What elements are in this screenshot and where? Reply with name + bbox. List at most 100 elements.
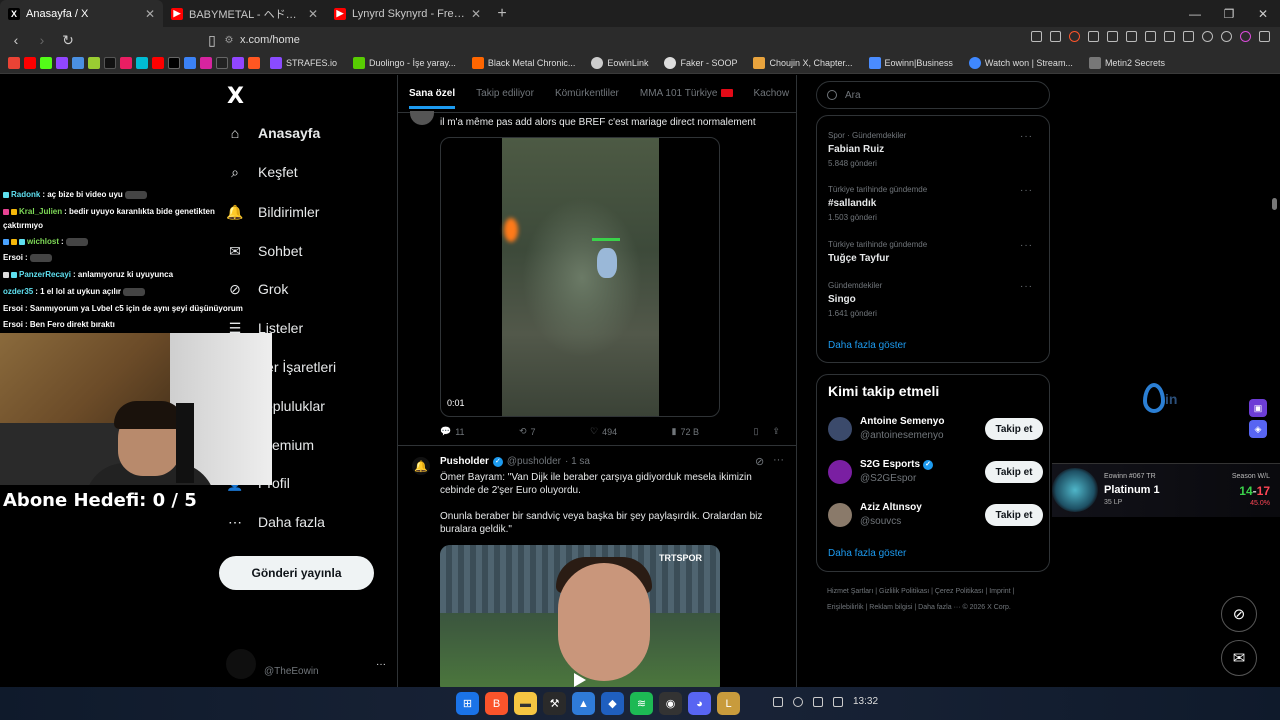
follow-button[interactable]: Takip et xyxy=(985,461,1043,483)
scrollbar[interactable] xyxy=(1272,198,1277,210)
show-more-link[interactable]: Daha fazla göster xyxy=(828,340,906,351)
menu-icon[interactable] xyxy=(1259,31,1270,42)
extension-icon[interactable] xyxy=(1126,31,1137,42)
photos-icon[interactable]: ▲ xyxy=(572,692,595,715)
avatar[interactable] xyxy=(410,111,434,125)
trend-item[interactable]: Türkiye tarihinde gündemde Tuğçe Tayfur … xyxy=(828,240,1043,264)
bookmark-icon[interactable] xyxy=(248,57,260,69)
mail-icon[interactable] xyxy=(184,57,196,69)
brave-icon[interactable]: B xyxy=(485,692,508,715)
sidebar-icon[interactable] xyxy=(1164,31,1175,42)
bookmark-strafes[interactable]: STRAFES.io xyxy=(264,57,343,69)
folder-icon[interactable]: ▬ xyxy=(514,692,537,715)
nav-item-explore[interactable]: ⌕ Keşfet xyxy=(226,163,298,181)
tool-icon[interactable]: ⚒ xyxy=(543,692,566,715)
microphone-icon[interactable] xyxy=(793,696,803,707)
back-icon[interactable]: ‹ xyxy=(6,32,26,48)
brave-shield-icon[interactable] xyxy=(1069,31,1080,42)
messages-button[interactable]: ✉ xyxy=(1221,640,1257,676)
x-icon[interactable] xyxy=(168,57,180,69)
author-handle[interactable]: @pusholder xyxy=(507,456,561,467)
reply-button[interactable]: 💬 11 xyxy=(440,426,465,437)
tweet-video[interactable]: 0:01 xyxy=(440,137,720,417)
follow-suggestion[interactable]: Antoine Semenyo @antoinesemenyo Takip et xyxy=(828,415,1043,445)
show-more-link[interactable]: Daha fazla göster xyxy=(828,548,906,559)
nav-item-home[interactable]: ⌂ Anasayfa xyxy=(226,124,321,142)
trend-item[interactable]: Spor · Gündemdekiler Fabian Ruiz 5.848 g… xyxy=(828,131,1043,168)
more-icon[interactable]: ··· xyxy=(1020,281,1033,292)
bookmark-icon[interactable] xyxy=(72,57,84,69)
twitch-icon[interactable] xyxy=(56,57,68,69)
author-name[interactable]: Pusholder xyxy=(440,456,489,467)
bookmark-icon[interactable] xyxy=(136,57,148,69)
play-icon[interactable] xyxy=(574,673,586,687)
tiktok-icon[interactable] xyxy=(104,57,116,69)
youtube-icon[interactable] xyxy=(24,57,36,69)
tab-list[interactable]: Kachow xyxy=(754,88,790,99)
profile-icon[interactable] xyxy=(1240,31,1251,42)
account-switcher[interactable]: @TheEowin ··· xyxy=(226,649,386,679)
tab-x-home[interactable]: X Anasayfa / X ✕ xyxy=(0,0,163,27)
reload-icon[interactable]: ↻ xyxy=(58,32,78,49)
forward-icon[interactable]: › xyxy=(32,32,52,48)
tab-following[interactable]: Takip ediliyor xyxy=(476,88,534,99)
x-logo[interactable]: X xyxy=(227,84,244,109)
tab-list[interactable]: Kömürkentliler xyxy=(555,88,619,99)
new-tab-button[interactable]: + xyxy=(489,0,515,27)
tab-babymetal[interactable]: ▶ BABYMETAL - ヘドバンギャー！！ 15th A ✕ xyxy=(163,0,326,27)
bookmark-icon[interactable]: ▯ xyxy=(753,426,758,437)
extension-icon[interactable] xyxy=(1031,31,1042,42)
like-button[interactable]: ♡ 494 xyxy=(590,426,617,437)
more-icon[interactable]: ··· xyxy=(1020,240,1033,251)
kick-icon[interactable] xyxy=(40,57,52,69)
bookmark-watch-won[interactable]: Watch won | Stream... xyxy=(963,57,1079,69)
league-icon[interactable]: L xyxy=(717,692,740,715)
vpn-icon[interactable] xyxy=(1221,31,1232,42)
bookmark-metin2[interactable]: Metin2 Secrets xyxy=(1083,57,1171,69)
instagram-icon[interactable] xyxy=(200,57,212,69)
obs-icon[interactable]: ◉ xyxy=(659,692,682,715)
volume-icon[interactable] xyxy=(833,696,843,707)
wallet-icon[interactable] xyxy=(1183,31,1194,42)
tray-icon[interactable] xyxy=(773,696,783,707)
more-icon[interactable]: ··· xyxy=(773,454,784,466)
bookmark-duolingo[interactable]: Duolingo - İşe yaray... xyxy=(347,57,462,69)
clock[interactable]: 13:32 xyxy=(853,696,878,707)
twitch-icon[interactable] xyxy=(232,57,244,69)
minimize-icon[interactable]: — xyxy=(1178,0,1212,27)
views-button[interactable]: ▮ 72 B xyxy=(672,426,699,437)
extension-icon[interactable] xyxy=(1050,31,1061,42)
tweet-video[interactable]: TRTSPOR xyxy=(440,545,720,687)
more-icon[interactable]: ··· xyxy=(1020,131,1033,142)
app-icon[interactable]: ◆ xyxy=(601,692,624,715)
grok-button[interactable]: ⊘ xyxy=(1221,596,1257,632)
bookmark-choujin[interactable]: Choujin X, Chapter... xyxy=(747,57,858,69)
site-info-icon[interactable]: ⚙ xyxy=(218,35,240,46)
follow-suggestion[interactable]: S2G Esports ✓ @S2GEspor Takip et xyxy=(828,458,1043,488)
bookmark-icon[interactable] xyxy=(120,57,132,69)
spotify-icon[interactable]: ≋ xyxy=(630,692,653,715)
twitch-icon[interactable]: ▣ xyxy=(1249,399,1267,417)
more-icon[interactable]: ··· xyxy=(376,659,386,670)
close-window-icon[interactable]: ✕ xyxy=(1246,0,1280,27)
bookmark-icon[interactable] xyxy=(88,57,100,69)
url-input[interactable]: ⚙ x.com/home xyxy=(218,30,938,50)
extension-icon[interactable] xyxy=(1107,31,1118,42)
search-input[interactable]: Ara xyxy=(816,81,1050,109)
discord-icon[interactable]: ◕ xyxy=(688,692,711,715)
tab-free-bird[interactable]: ▶ Lynyrd Skynyrd - Free Bird - YouTube ✕ xyxy=(326,0,489,27)
close-tab-icon[interactable]: ✕ xyxy=(471,7,481,21)
follow-button[interactable]: Takip et xyxy=(985,418,1043,440)
share-icon[interactable]: ⇪ xyxy=(772,426,780,437)
follow-button[interactable]: Takip et xyxy=(985,504,1043,526)
footer-links[interactable]: Hizmet Şartları | Gizlilik Politikası | … xyxy=(827,584,1047,616)
extension-icon[interactable]: ◈ xyxy=(1249,420,1267,438)
youtube-icon[interactable] xyxy=(152,57,164,69)
bookmark-business[interactable]: Eowinn|Business xyxy=(863,57,959,69)
leo-icon[interactable] xyxy=(1202,31,1213,42)
post-button[interactable]: Gönderi yayınla xyxy=(219,556,374,590)
close-tab-icon[interactable]: ✕ xyxy=(145,7,155,21)
network-icon[interactable] xyxy=(813,696,823,707)
windows-start-icon[interactable]: ⊞ xyxy=(456,692,479,715)
bookmark-black-metal[interactable]: Black Metal Chronic... xyxy=(466,57,582,69)
